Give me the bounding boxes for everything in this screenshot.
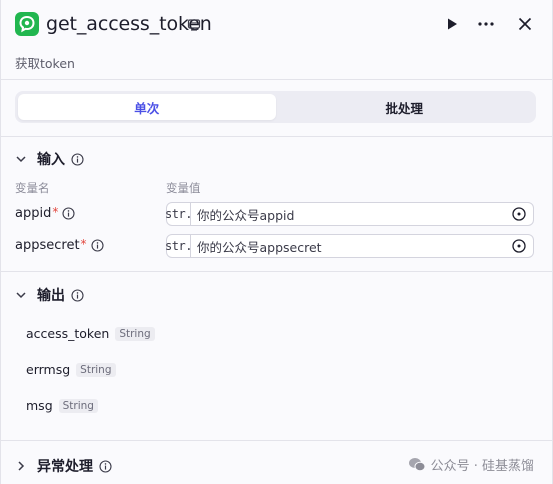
output-row: errmsg String xyxy=(26,362,116,377)
type-selector[interactable]: str. xyxy=(165,235,192,257)
variable-ref-icon[interactable] xyxy=(511,206,527,222)
info-icon[interactable] xyxy=(62,207,75,220)
panel-header: get_access_token xyxy=(15,12,538,42)
node-description[interactable]: 获取token xyxy=(15,53,75,72)
info-icon[interactable] xyxy=(71,288,84,302)
divider xyxy=(1,440,552,441)
column-label-name: 变量名 xyxy=(15,181,50,195)
chevron-down-icon xyxy=(16,292,26,299)
chevron-right-icon xyxy=(18,461,25,471)
tab-single[interactable]: 单次 xyxy=(18,94,276,120)
tab-batch[interactable]: 批处理 xyxy=(276,94,534,120)
more-icon[interactable] xyxy=(476,16,496,32)
input-row-appid: appid * str. 你的公众号appid xyxy=(15,202,534,228)
appsecret-input[interactable]: 你的公众号appsecret xyxy=(191,237,511,256)
run-mode-tabs: 单次 批处理 xyxy=(15,91,536,123)
required-mark: * xyxy=(52,205,59,219)
edit-icon[interactable] xyxy=(187,18,201,32)
wechat-icon xyxy=(408,458,426,472)
output-name: errmsg xyxy=(26,362,71,377)
exception-section-title: 异常处理 xyxy=(37,459,93,475)
node-detail-panel: get_access_token 获取token 单次 批处理 输入 变量名 变… xyxy=(0,0,553,484)
appid-input[interactable]: 你的公众号appid xyxy=(191,205,511,224)
output-row: msg String xyxy=(26,398,98,413)
column-label-value: 变量值 xyxy=(166,181,201,195)
variable-value-field: str. 你的公众号appid xyxy=(165,202,534,226)
output-name: msg xyxy=(26,398,53,413)
type-selector[interactable]: str. xyxy=(165,203,192,225)
watermark-text: 公众号 · 硅基蒸馏 xyxy=(430,459,534,474)
info-icon[interactable] xyxy=(90,239,104,252)
output-type-badge: String xyxy=(58,398,98,413)
output-type-badge: String xyxy=(76,362,116,377)
variable-name: appid * xyxy=(15,205,75,221)
node-icon xyxy=(15,12,39,36)
output-name: access_token xyxy=(26,326,110,341)
variable-value-field: str. 你的公众号appsecret xyxy=(165,234,534,258)
divider xyxy=(1,136,552,137)
input-section-title: 输入 xyxy=(37,152,65,168)
input-row-appsecret: appsecret * str. 你的公众号appsecret xyxy=(15,234,534,260)
output-type-badge: String xyxy=(115,326,155,341)
output-row: access_token String xyxy=(26,326,155,341)
play-icon[interactable] xyxy=(444,16,460,32)
watermark: 公众号 · 硅基蒸馏 xyxy=(408,455,534,474)
close-icon[interactable] xyxy=(516,15,534,33)
divider xyxy=(1,79,552,80)
variable-name: appsecret * xyxy=(15,237,104,253)
exception-section-header[interactable]: 异常处理 xyxy=(15,456,112,476)
input-section-header[interactable]: 输入 xyxy=(15,149,84,169)
info-icon[interactable] xyxy=(99,459,112,473)
output-section-title: 输出 xyxy=(37,288,65,304)
info-icon[interactable] xyxy=(71,152,84,166)
divider xyxy=(1,271,552,272)
variable-ref-icon[interactable] xyxy=(511,238,527,254)
required-mark: * xyxy=(80,237,87,251)
chevron-down-icon xyxy=(16,156,26,163)
output-section-header[interactable]: 输出 xyxy=(15,285,84,305)
